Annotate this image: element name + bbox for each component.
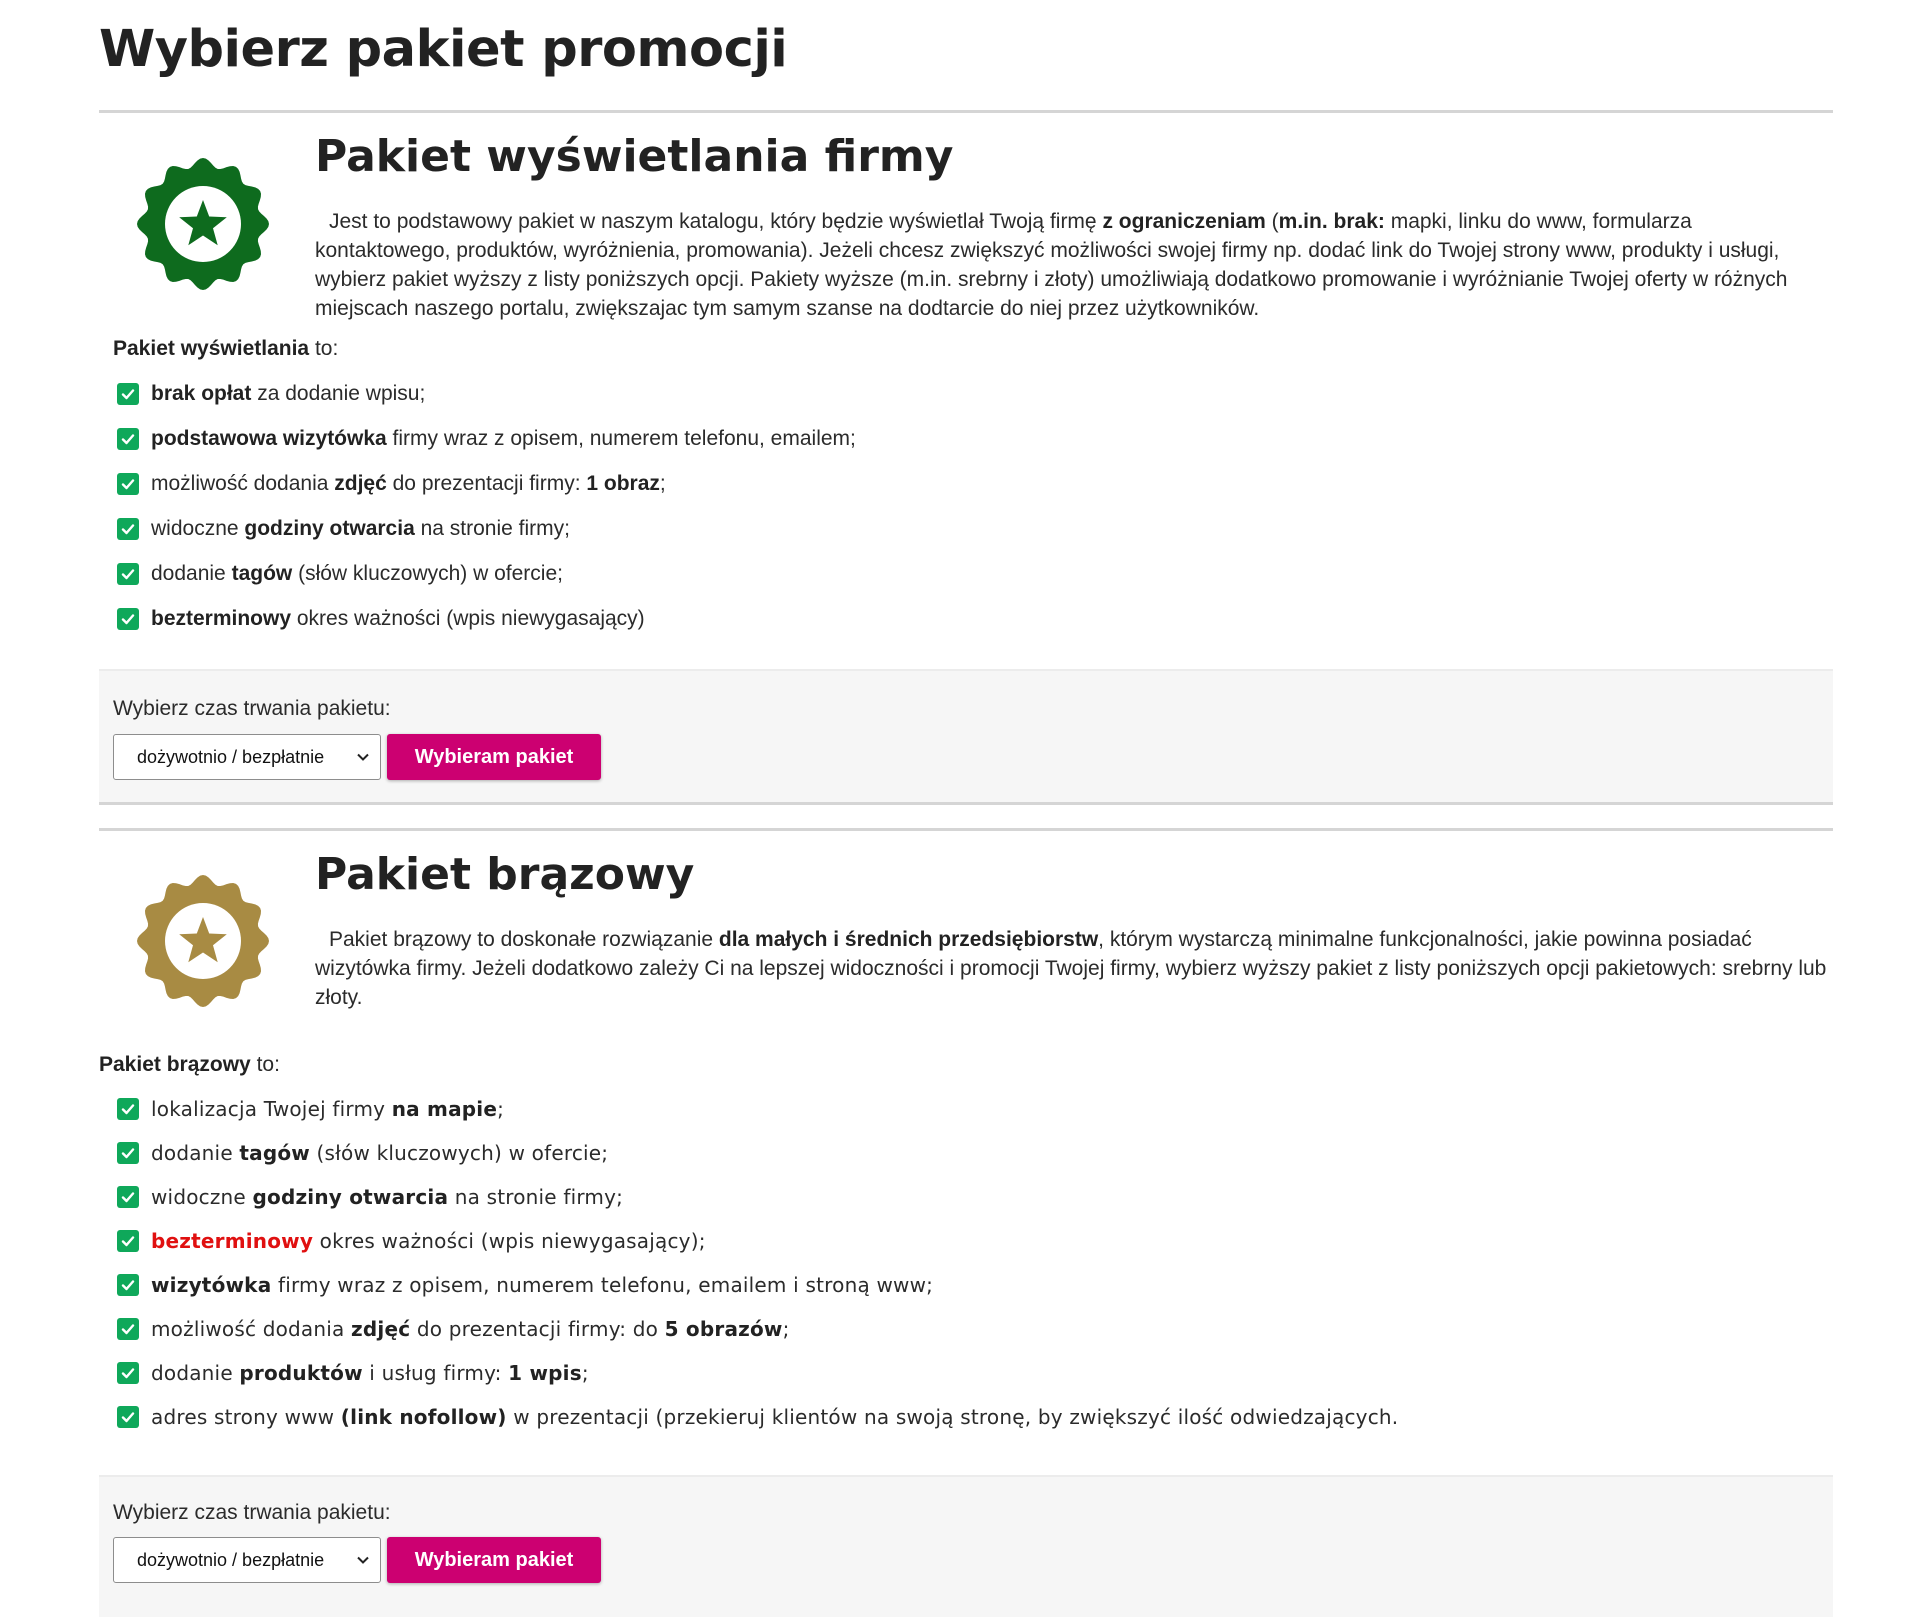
emphasis-text: 1 wpis — [508, 1361, 582, 1385]
emphasis-text: na mapie — [391, 1097, 498, 1121]
package-description: Pakiet brązowy to doskonałe rozwiązanie … — [315, 928, 1827, 1009]
emphasis-text: podstawowa wizytówka — [151, 426, 387, 450]
divider — [99, 802, 1833, 805]
emphasis-text: zdjęć — [351, 1317, 411, 1341]
feature-item: możliwość dodania zdjęć do prezentacji f… — [117, 1307, 1833, 1351]
emphasis-text: z ograniczeniam — [1102, 210, 1266, 233]
checkmark-icon — [117, 1186, 139, 1208]
emphasis-text: godziny otwarcia — [244, 516, 415, 540]
emphasis-text: brak opłat — [151, 381, 252, 405]
duration-label: Wybierz czas trwania pakietu: — [113, 697, 391, 720]
chevron-down-icon — [357, 753, 369, 761]
choose-package-button[interactable]: Wybieram pakiet — [387, 1537, 601, 1583]
feature-text: podstawowa wizytówka firmy wraz z opisem… — [151, 426, 856, 450]
feature-item: dodanie tagów (słów kluczowych) w oferci… — [117, 551, 1833, 596]
checkmark-icon — [117, 382, 139, 405]
package-title: Pakiet brązowy — [315, 849, 695, 900]
feature-text: bezterminowy okres ważności (wpis niewyg… — [151, 1229, 706, 1253]
checkmark-icon — [117, 607, 139, 630]
chevron-down-icon — [357, 1556, 369, 1564]
checkmark-icon — [117, 1362, 139, 1384]
feature-text: brak opłat za dodanie wpisu; — [151, 381, 426, 405]
feature-text: dodanie produktów i usług firmy: 1 wpis; — [151, 1361, 589, 1385]
emphasis-text: bezterminowy — [151, 606, 292, 630]
emphasis-text: Pakiet wyświetlania — [113, 337, 310, 360]
emphasis-text: (link nofollow) — [340, 1405, 507, 1429]
choose-package-button[interactable]: Wybieram pakiet — [387, 734, 601, 780]
checkmark-icon — [117, 427, 139, 450]
package-description: Jest to podstawowy pakiet w naszym katal… — [315, 210, 1788, 320]
features-intro: Pakiet wyświetlania to: — [113, 337, 339, 360]
feature-item: lokalizacja Twojej firmy na mapie; — [117, 1087, 1833, 1131]
feature-text: widoczne godziny otwarcia na stronie fir… — [151, 1185, 624, 1209]
feature-item: widoczne godziny otwarcia na stronie fir… — [117, 1175, 1833, 1219]
emphasis-text: wizytówka — [151, 1273, 272, 1297]
page-container: Wybierz pakiet promocji Pakiet wyświetla… — [99, 0, 1833, 1617]
package-header: Pakiet wyświetlania firmy Jest to podsta… — [99, 113, 1833, 323]
feature-text: adres strony www (link nofollow) w preze… — [151, 1405, 1399, 1429]
checkmark-icon — [117, 1274, 139, 1296]
duration-chooser: Wybierz czas trwania pakietu: dożywotnio… — [99, 1475, 1833, 1617]
checkmark-icon — [117, 562, 139, 585]
checkmark-icon — [117, 1142, 139, 1164]
feature-item: adres strony www (link nofollow) w preze… — [117, 1395, 1833, 1439]
emphasis-text: zdjęć — [334, 471, 387, 495]
page-title: Wybierz pakiet promocji — [99, 20, 788, 79]
feature-item: możliwość dodania zdjęć do prezentacji f… — [117, 461, 1833, 506]
features-intro: Pakiet brązowy to: — [99, 1053, 280, 1076]
features-list: brak opłat za dodanie wpisu; podstawowa w… — [117, 371, 1833, 641]
feature-text: możliwość dodania zdjęć do prezentacji f… — [151, 471, 666, 495]
emphasis-text: tagów — [239, 1141, 310, 1165]
emphasis-text: Pakiet brązowy — [99, 1053, 251, 1076]
feature-item: podstawowa wizytówka firmy wraz z opisem… — [117, 416, 1833, 461]
feature-item: wizytówka firmy wraz z opisem, numerem t… — [117, 1263, 1833, 1307]
bronze-star-badge-icon — [137, 875, 269, 1007]
checkmark-icon — [117, 1318, 139, 1340]
emphasis-text: 1 obraz — [586, 471, 660, 495]
feature-text: widoczne godziny otwarcia na stronie fir… — [151, 516, 570, 540]
feature-item: widoczne godziny otwarcia na stronie fir… — [117, 506, 1833, 551]
duration-select[interactable]: dożywotnio / bezpłatnie — [113, 1537, 381, 1583]
package-title: Pakiet wyświetlania firmy — [315, 131, 954, 182]
package-display: Pakiet wyświetlania firmy Jest to podsta… — [99, 113, 1833, 805]
emphasis-text: dla małych i średnich przedsiębiorstw — [718, 928, 1099, 951]
feature-item: dodanie produktów i usług firmy: 1 wpis; — [117, 1351, 1833, 1395]
emphasis-text: m.in. brak: — [1278, 210, 1385, 233]
feature-text: lokalizacja Twojej firmy na mapie; — [151, 1097, 505, 1121]
emphasis-text: produktów — [239, 1361, 363, 1385]
emphasis-text: 5 obrazów — [664, 1317, 783, 1341]
feature-item: bezterminowy okres ważności (wpis niewyg… — [117, 596, 1833, 641]
feature-item: dodanie tagów (słów kluczowych) w oferci… — [117, 1131, 1833, 1175]
duration-select-value: dożywotnio / bezpłatnie — [137, 746, 325, 767]
feature-item: brak opłat za dodanie wpisu; — [117, 371, 1833, 416]
package-header: Pakiet brązowy Pakiet brązowy to doskona… — [99, 831, 1833, 1012]
feature-text: dodanie tagów (słów kluczowych) w oferci… — [151, 1141, 609, 1165]
checkmark-icon — [117, 517, 139, 540]
checkmark-icon — [117, 1098, 139, 1120]
feature-text: możliwość dodania zdjęć do prezentacji f… — [151, 1317, 790, 1341]
duration-chooser: Wybierz czas trwania pakietu: dożywotnio… — [99, 669, 1833, 802]
checkmark-icon — [117, 1406, 139, 1428]
package-bronze: Pakiet brązowy Pakiet brązowy to doskona… — [99, 831, 1833, 1617]
feature-item: bezterminowy okres ważności (wpis niewyg… — [117, 1219, 1833, 1263]
features-list: lokalizacja Twojej firmy na mapie; dodani… — [117, 1087, 1833, 1439]
duration-select-value: dożywotnio / bezpłatnie — [137, 1549, 325, 1570]
green-star-badge-icon — [137, 158, 269, 290]
feature-text: dodanie tagów (słów kluczowych) w oferci… — [151, 561, 563, 585]
emphasis-text: tagów — [231, 561, 293, 585]
checkmark-icon — [117, 472, 139, 495]
duration-select[interactable]: dożywotnio / bezpłatnie — [113, 734, 381, 780]
emphasis-text: godziny otwarcia — [252, 1185, 449, 1209]
feature-text: wizytówka firmy wraz z opisem, numerem t… — [151, 1273, 934, 1297]
checkmark-icon — [117, 1230, 139, 1252]
duration-label: Wybierz czas trwania pakietu: — [113, 1501, 391, 1524]
feature-text: bezterminowy okres ważności (wpis niewyg… — [151, 606, 645, 630]
emphasis-text: bezterminowy — [151, 1229, 314, 1253]
